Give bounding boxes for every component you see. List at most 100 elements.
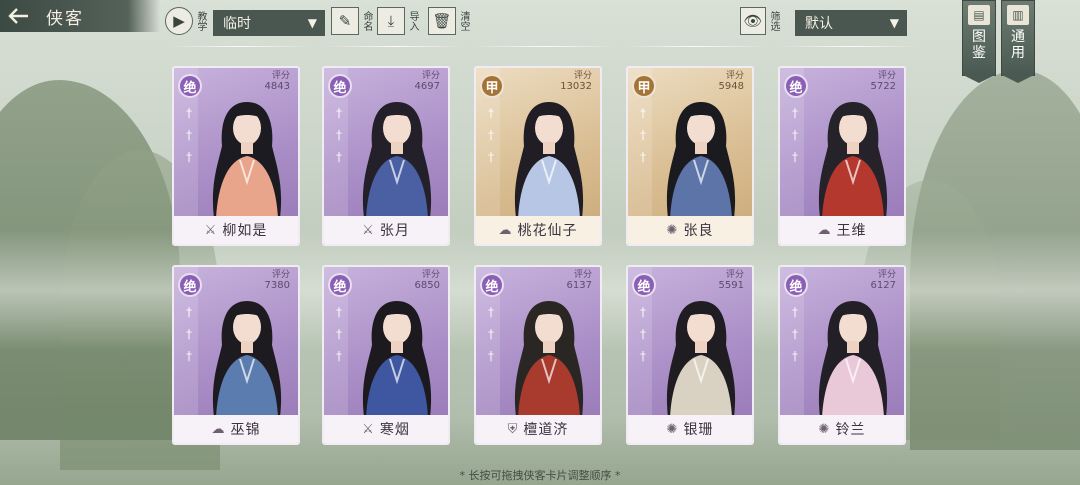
- hero-name: 王维: [836, 223, 867, 239]
- hero-card[interactable]: 绝 † † † 评分 7380 ☁ 巫锦: [172, 265, 300, 445]
- drag-hint: * 长按可拖拽侠客卡片调整顺序 *: [459, 469, 621, 482]
- hero-nameplate: ✺ 银珊: [628, 415, 752, 443]
- team-select-value: 临时: [223, 16, 251, 32]
- dagger-icon: †: [336, 327, 342, 341]
- hero-card[interactable]: 绝 † † † 评分 4843 ⚔ 柳如是: [172, 66, 300, 246]
- dagger-icon: †: [640, 106, 646, 120]
- tutorial-button[interactable]: ▶ 教学: [165, 7, 206, 35]
- rank-badge: 甲: [632, 74, 656, 98]
- dagger-icon: †: [488, 150, 494, 164]
- dagger-icon: †: [792, 349, 798, 363]
- score-label: 评分: [271, 71, 290, 81]
- hero-card[interactable]: 绝 † † † 评分 5591 ✺ 银珊: [626, 265, 754, 445]
- score-block: 评分 6850: [415, 270, 440, 291]
- clear-button[interactable]: 🗑 清空: [428, 7, 469, 35]
- swirl-emblem-icon: ✺: [666, 421, 678, 437]
- hero-portrait: [362, 301, 432, 417]
- hero-nameplate: ☁ 巫锦: [174, 415, 298, 443]
- skill-marks: † † †: [484, 305, 498, 371]
- sword-emblem-icon: ⚔: [362, 421, 374, 437]
- hero-name: 银珊: [683, 422, 714, 438]
- hero-nameplate: ✺ 张良: [628, 216, 752, 244]
- hero-card[interactable]: 甲 † † † 评分 13032 ☁ 桃花仙子: [474, 66, 602, 246]
- hero-nameplate: ⚔ 柳如是: [174, 216, 298, 244]
- general-button[interactable]: ▥ 通用: [1001, 0, 1035, 83]
- cloud-emblem-icon: ☁: [498, 222, 512, 238]
- score-value: 5591: [718, 280, 744, 291]
- hero-card[interactable]: 甲 † † † 评分 5948 ✺ 张良: [626, 66, 754, 246]
- rename-label: 命名: [361, 11, 372, 31]
- codex-button[interactable]: ▤ 图鉴: [962, 0, 996, 83]
- import-button[interactable]: ⤓ 导入: [377, 7, 418, 35]
- rank-badge: 绝: [784, 74, 808, 98]
- score-block: 评分 5591: [719, 270, 744, 291]
- filter-label: 筛选: [768, 11, 779, 31]
- dagger-icon: †: [488, 128, 494, 142]
- rename-button[interactable]: ✎ 命名: [331, 7, 372, 35]
- rank-badge: 绝: [480, 273, 504, 297]
- hero-card[interactable]: 绝 † † † 评分 5722 ☁ 王维: [778, 66, 906, 246]
- sword-emblem-icon: ⚔: [362, 222, 374, 238]
- score-block: 评分 5948: [719, 71, 744, 92]
- team-select[interactable]: 临时 ▼: [213, 10, 325, 36]
- eye-icon: 👁: [740, 7, 766, 35]
- arrow-left-icon: [0, 0, 38, 32]
- dagger-icon: †: [186, 327, 192, 341]
- hero-portrait: [514, 102, 584, 218]
- clear-label: 清空: [458, 11, 469, 31]
- sort-select-value: 默认: [805, 16, 833, 32]
- dagger-icon: †: [336, 305, 342, 319]
- score-value: 6137: [566, 280, 592, 291]
- hero-card[interactable]: 绝 † † † 评分 6127 ✺ 铃兰: [778, 265, 906, 445]
- score-block: 评分 5722: [871, 71, 896, 92]
- hero-portrait: [212, 301, 282, 417]
- shield-emblem-icon: ⛨: [507, 421, 518, 437]
- sword-emblem-icon: ⚔: [204, 222, 217, 238]
- hero-card[interactable]: 绝 † † † 评分 6850 ⚔ 寒烟: [322, 265, 450, 445]
- score-value: 13032: [560, 81, 592, 92]
- skill-marks: † † †: [788, 305, 802, 371]
- score-block: 评分 13032: [560, 71, 592, 92]
- hero-name: 桃花仙子: [517, 223, 578, 239]
- hero-portrait: [666, 102, 736, 218]
- dagger-icon: †: [640, 349, 646, 363]
- skill-marks: † † †: [332, 305, 346, 371]
- score-label: 评分: [573, 270, 592, 280]
- rank-badge: 绝: [632, 273, 656, 297]
- hero-nameplate: ⚔ 寒烟: [324, 415, 448, 443]
- hero-name: 巫锦: [230, 422, 261, 438]
- hero-portrait: [666, 301, 736, 417]
- skill-marks: † † †: [788, 106, 802, 172]
- score-value: 5948: [718, 81, 744, 92]
- score-block: 评分 7380: [265, 270, 290, 291]
- hero-nameplate: ✺ 铃兰: [780, 415, 904, 443]
- score-label: 评分: [877, 71, 896, 81]
- dagger-icon: †: [186, 305, 192, 319]
- hero-name: 张良: [683, 223, 714, 239]
- sort-select[interactable]: 默认 ▼: [795, 10, 907, 36]
- dagger-icon: †: [640, 128, 646, 142]
- hero-card[interactable]: 绝 † † † 评分 4697 ⚔ 张月: [322, 66, 450, 246]
- skill-marks: † † †: [636, 305, 650, 371]
- hero-name: 柳如是: [222, 223, 268, 239]
- dagger-icon: †: [488, 305, 494, 319]
- dagger-icon: †: [792, 150, 798, 164]
- dagger-icon: †: [336, 128, 342, 142]
- rank-badge: 绝: [784, 273, 808, 297]
- skill-marks: † † †: [182, 305, 196, 371]
- skill-marks: † † †: [332, 106, 346, 172]
- chevron-down-icon: ▼: [889, 16, 899, 30]
- dagger-icon: †: [488, 327, 494, 341]
- top-bar: 侠客 ▶ 教学 临时 ▼ ✎ 命名 ⤓ 导入 🗑 清空 👁 筛选 默认 ▼ ▤ …: [0, 0, 1080, 83]
- hero-card[interactable]: 绝 † † † 评分 6137 ⛨ 檀道济: [474, 265, 602, 445]
- decor-line: [780, 46, 920, 47]
- dagger-icon: †: [336, 106, 342, 120]
- import-label: 导入: [407, 11, 418, 31]
- skill-marks: † † †: [484, 106, 498, 172]
- dagger-icon: †: [336, 349, 342, 363]
- score-block: 评分 6137: [567, 270, 592, 291]
- dagger-icon: †: [640, 327, 646, 341]
- back-button[interactable]: 侠客: [0, 0, 160, 32]
- filter-button[interactable]: 👁 筛选: [740, 7, 779, 35]
- play-icon: ▶: [165, 7, 193, 35]
